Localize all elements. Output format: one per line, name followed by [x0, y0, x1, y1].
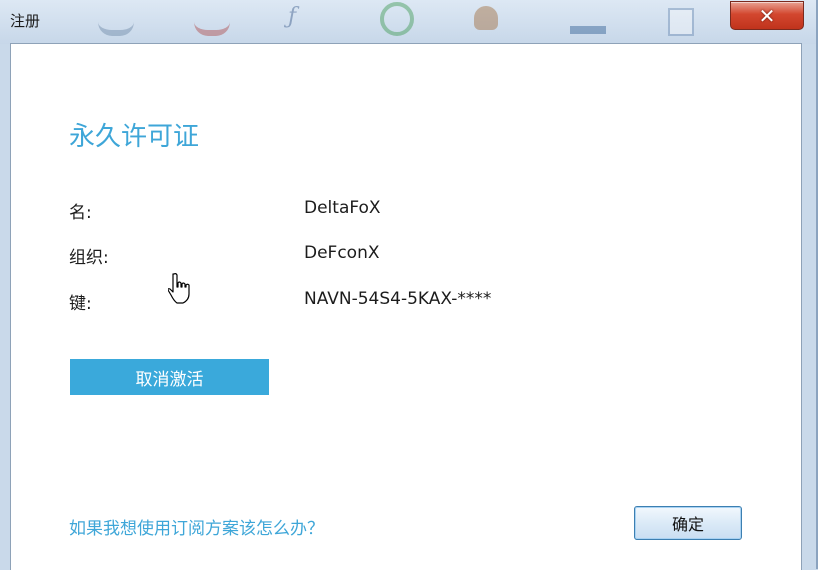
name-label: 名: — [69, 203, 92, 223]
page-title: 永久许可证 — [69, 122, 200, 152]
key-label: 键: — [69, 294, 92, 314]
ok-button[interactable]: 确定 — [634, 506, 742, 540]
close-icon: ✕ — [758, 3, 776, 28]
window-title: 注册 — [10, 12, 41, 30]
organization-value: DeFconX — [304, 243, 380, 263]
title-bar: 注册 ✕ — [0, 0, 816, 43]
hand-cursor-icon — [168, 273, 190, 304]
close-button[interactable]: ✕ — [730, 1, 804, 30]
dialog-client-area: 永久许可证 名: DeltaFoX 组织: DeFconX 键: NAVN-54… — [10, 43, 802, 570]
organization-label: 组织: — [69, 248, 109, 268]
subscription-help-link[interactable]: 如果我想使用订阅方案该怎么办？ — [69, 514, 324, 539]
key-value: NAVN-54S4-5KAX-**** — [304, 289, 492, 309]
deactivate-button[interactable]: 取消激活 — [70, 359, 269, 395]
name-value: DeltaFoX — [304, 198, 381, 218]
registration-window: 注册 ✕ 永久许可证 名: DeltaFoX 组织: DeFconX 键: NA… — [0, 0, 818, 570]
